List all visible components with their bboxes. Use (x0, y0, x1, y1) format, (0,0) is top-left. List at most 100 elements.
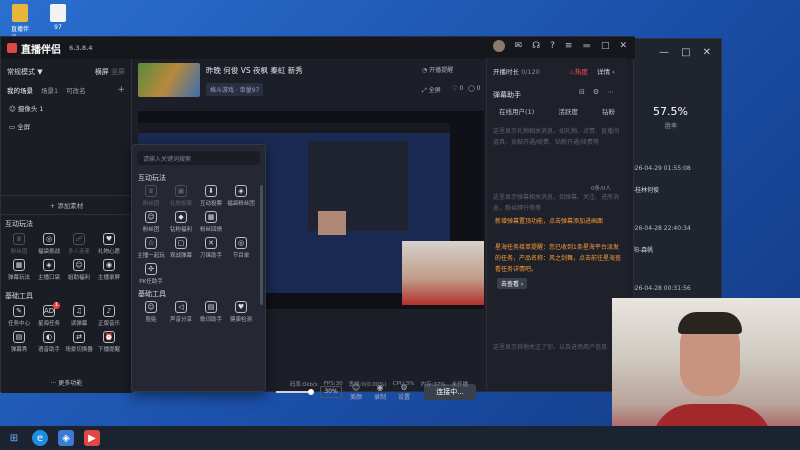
tab-activity[interactable]: 活跃度 (558, 106, 578, 116)
tool-item[interactable]: ⬇ 互动投票 (196, 185, 226, 207)
tab-coins[interactable]: 钻粉 (602, 106, 615, 116)
start-icon[interactable]: ⊞ (6, 430, 22, 446)
more-icon[interactable]: ⋯ (607, 88, 614, 96)
fullscreen-button[interactable]: ⤢ 全屏 (422, 85, 441, 95)
tool-icon: ⇄ (73, 331, 85, 343)
likes-count: ♡ 0 (452, 85, 464, 92)
tool-icon: ♛ (145, 185, 157, 197)
tool-label: 读弹幕 (70, 321, 88, 327)
tool-item[interactable]: ▦ 弹幕玩法 (4, 259, 34, 281)
browser-icon[interactable]: e (32, 430, 48, 446)
shield-icon[interactable]: ◈ (58, 430, 74, 446)
stream-category[interactable]: 格斗游戏 · 单量97 (206, 83, 264, 96)
tool-item[interactable]: ☆ 主播一起玩 (136, 237, 166, 259)
tool-item[interactable]: AD 1 星海任务 (34, 302, 64, 327)
tool-label: 主播录屏 (97, 275, 120, 281)
avatar[interactable] (492, 40, 505, 52)
maximize-icon[interactable]: □ (601, 41, 610, 52)
minimize-icon[interactable]: — (659, 47, 669, 58)
tool-item[interactable]: ♛ 粉丝团 (4, 233, 34, 255)
tool-icon: ✎ (13, 305, 25, 317)
tool-item[interactable]: ✎ 任务中心 (4, 305, 34, 327)
tab-scene-1[interactable]: 场景1 (41, 85, 58, 95)
help-icon[interactable]: ? (550, 41, 555, 52)
section-title: 互动玩法 (5, 220, 33, 228)
tool-item[interactable]: ◐ 语音助手 (34, 331, 64, 353)
desktop-icon-97[interactable]: 97 (40, 4, 76, 31)
tab-rename[interactable]: 可改名 (66, 85, 86, 95)
tool-item[interactable]: ♛ 粉丝团 (136, 185, 166, 207)
landscape-toggle[interactable]: 横屏 (95, 68, 109, 76)
close-icon[interactable]: ✕ (703, 47, 711, 58)
danmu-tabs: 在线用户(1) 活跃度 钻粉 (487, 106, 627, 116)
tool-label: PK任助手 (139, 279, 163, 285)
source-fullscreen[interactable]: ▭ 全屏 (1, 117, 131, 135)
history-time: 2026-04-28 00:31:56 (627, 285, 691, 292)
tool-item[interactable]: ✕ 刀锋助手 (196, 237, 226, 259)
tool-label: 语音助手 (37, 347, 60, 353)
live-app-icon[interactable]: ▶ (84, 430, 100, 446)
menu-icon[interactable]: ≡ (565, 41, 573, 52)
tool-search-input[interactable]: 请输入关键词搜索 (137, 151, 260, 165)
tool-item[interactable]: ▤ 歌词助手 (196, 301, 226, 323)
tool-item[interactable]: ◈ 福袋粉丝团 (226, 185, 256, 207)
portrait-toggle[interactable]: 竖屏 (111, 68, 125, 76)
add-scene-button[interactable]: + (117, 85, 125, 95)
volume-slider[interactable] (276, 389, 314, 395)
minimize-icon[interactable]: ▬ (582, 41, 591, 52)
tool-item[interactable]: ◈ 主播口袋 (34, 259, 64, 281)
tool-item[interactable]: ◁ 声音分享 (166, 301, 196, 323)
tool-item[interactable]: ◉ 主播录屏 (94, 259, 124, 281)
app-logo: 直播伴侣 6.3.8.4 (1, 41, 93, 56)
gear-icon[interactable]: ⚙ (593, 88, 599, 96)
tool-item[interactable]: ⇄ 场景切换器 (64, 331, 94, 353)
tool-item[interactable]: ◎ 福袋挑战 (34, 233, 64, 255)
hot-badge[interactable]: ♨热度 (569, 66, 588, 76)
pin-tip: 新增弹幕置顶功能，点击弹幕添加进画面 (495, 218, 604, 225)
source-camera[interactable]: ☺ 摄像头 1 (1, 99, 131, 117)
tool-label: 礼物心愿 (97, 249, 120, 255)
tool-item[interactable]: ♪ 正版音乐 (94, 305, 124, 327)
view-task-link[interactable]: 去查看 › (497, 278, 528, 289)
message-icon[interactable]: ✉ (515, 41, 523, 52)
tool-icon: ▣ (175, 185, 187, 197)
tool-item[interactable]: ▦ 粉丝回馈 (196, 211, 226, 233)
camera-overlay[interactable] (402, 241, 484, 305)
add-source-button[interactable]: + 添加素材 (1, 195, 132, 215)
mode-dropdown[interactable]: 常规模式 ▼ (7, 67, 43, 77)
tab-online[interactable]: 在线用户(1) (499, 106, 534, 116)
close-icon[interactable]: ✕ (619, 41, 627, 52)
filter-icon[interactable]: ⊟ (579, 88, 585, 96)
popup-scrollbar[interactable] (260, 185, 263, 305)
tool-item[interactable]: ♥ 健康检测 (226, 301, 256, 323)
tool-item[interactable]: ☺ 粉丝团 (136, 211, 166, 233)
live-reminder-button[interactable]: ◔ 开播提醒 (422, 65, 453, 74)
tool-item[interactable]: ▣ 礼物投票 (166, 185, 196, 207)
tool-item[interactable]: ◆ 钻粉福利 (166, 211, 196, 233)
stream-title[interactable]: 昨晚 何俊 VS 夜枫 秦虹 新秀 (206, 65, 303, 76)
viewers-count: ◯ 0 (468, 85, 481, 92)
tool-label: 正版音乐 (97, 321, 120, 327)
tool-item[interactable]: ⏰ 下播提醒 (94, 331, 124, 353)
tool-item[interactable]: ✣ PK任助手 (136, 263, 166, 285)
history-time: 2026-04-29 01:55:08 (627, 165, 691, 172)
tool-item[interactable]: ☺ 脸贴 (136, 301, 166, 323)
tool-item[interactable]: ♫ 读弹幕 (64, 305, 94, 327)
more-features-button[interactable]: ··· 更多功能 (1, 378, 132, 387)
tool-item[interactable]: ▢ 观战弹幕 (166, 237, 196, 259)
danmu-tools: ⊟ ⚙ ⋯ (579, 88, 614, 96)
camera-icon: ☺ (9, 105, 16, 113)
tool-item[interactable]: ♥ 礼物心愿 (94, 233, 124, 255)
maximize-icon[interactable]: □ (681, 47, 690, 58)
stream-cover-image[interactable] (138, 63, 200, 97)
tool-label: 福袋粉丝团 (227, 201, 255, 207)
tab-my-scenes[interactable]: 我的场景 (7, 85, 33, 95)
tool-item[interactable]: ☍ 多人连麦 (64, 233, 94, 255)
details-link[interactable]: 详情 › (597, 66, 615, 76)
tool-item[interactable]: ◎ 节目单 (226, 237, 256, 259)
section-title: 基础工具 (5, 292, 33, 300)
headset-icon[interactable]: ☊ (532, 41, 540, 52)
tool-item[interactable]: ▤ 弹幕秀 (4, 331, 34, 353)
tool-item[interactable]: ☺ 姐助福利 (64, 259, 94, 281)
tool-icon: ◉ (103, 259, 115, 271)
